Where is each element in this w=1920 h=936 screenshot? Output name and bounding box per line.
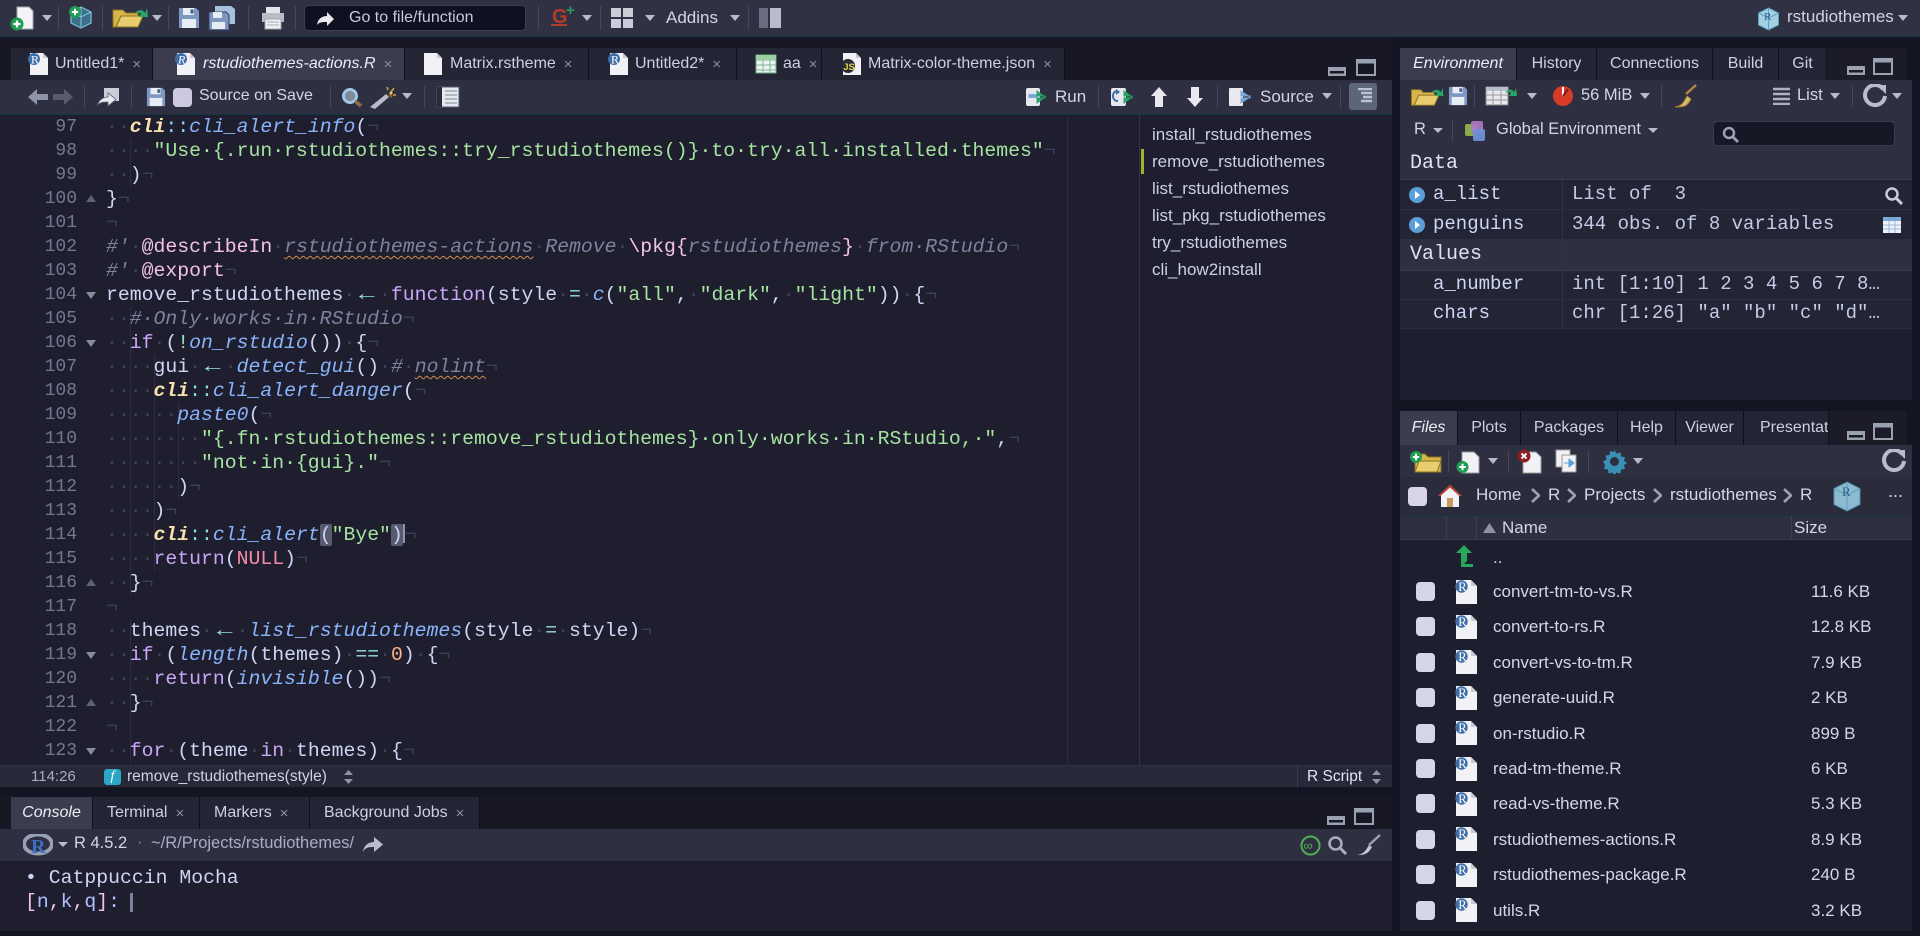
- svg-text:R: R: [31, 836, 46, 856]
- svg-text:R: R: [1458, 721, 1467, 735]
- svg-text:R: R: [1458, 757, 1467, 771]
- svg-text:R: R: [1458, 898, 1467, 912]
- svg-text:R: R: [1458, 686, 1467, 700]
- svg-text:R: R: [1842, 484, 1851, 499]
- svg-text:R: R: [1458, 863, 1467, 877]
- svg-text:JS: JS: [843, 62, 855, 73]
- svg-text:∞: ∞: [1304, 838, 1313, 853]
- svg-text:R: R: [177, 53, 186, 67]
- svg-text:R: R: [1458, 580, 1467, 594]
- svg-text:R: R: [1458, 615, 1467, 629]
- svg-text:R: R: [1764, 11, 1772, 23]
- svg-text:R: R: [31, 53, 39, 67]
- svg-text:R: R: [611, 53, 619, 67]
- svg-text:R: R: [1458, 827, 1467, 841]
- svg-text:R: R: [1458, 650, 1467, 664]
- svg-text:R: R: [1458, 792, 1467, 806]
